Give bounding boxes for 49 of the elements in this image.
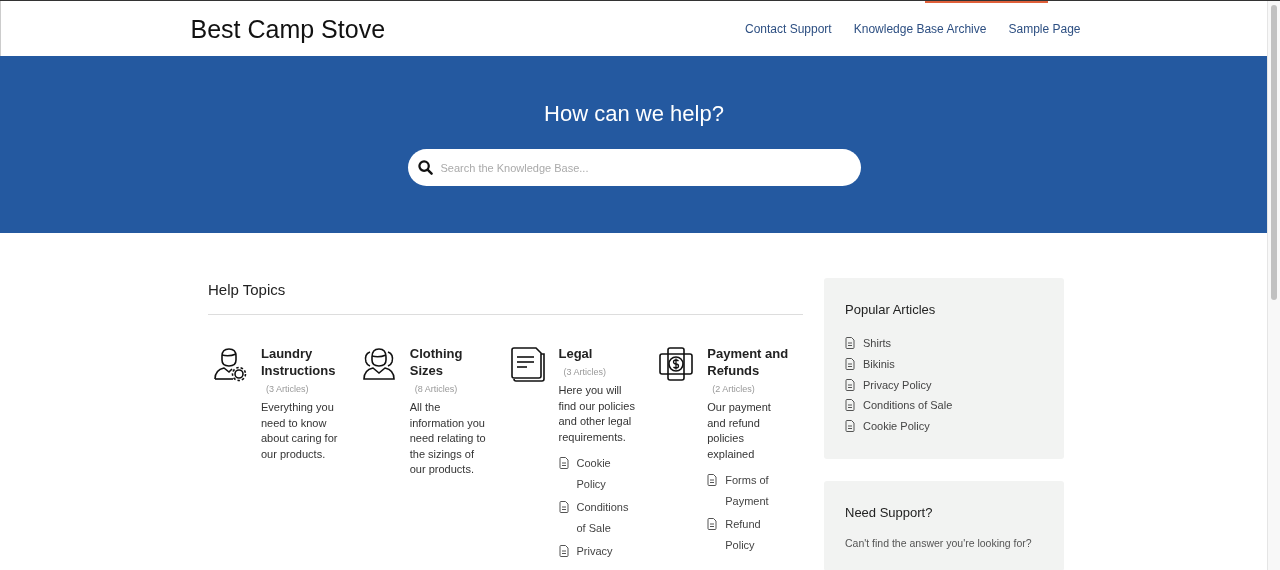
document-icon xyxy=(558,501,569,513)
article-count: (2 Articles) xyxy=(712,384,756,394)
topic-description: Here you will find our policies and other legal requirements. xyxy=(558,383,636,445)
article-link[interactable]: Cookie Policy xyxy=(863,420,930,433)
document-icon xyxy=(845,358,855,371)
article-link[interactable]: Privacy xyxy=(576,541,635,562)
article-count: (8 Articles) xyxy=(414,384,459,394)
nav-link[interactable]: Sample Page xyxy=(1008,21,1081,36)
nav-link[interactable]: Knowledge Base Archive xyxy=(853,21,987,36)
site-title[interactable]: Best Camp Stove xyxy=(190,13,386,44)
article-link[interactable]: Cookie Policy xyxy=(576,453,635,495)
article-link[interactable]: Shirts xyxy=(863,337,892,350)
document-icon xyxy=(509,346,546,382)
topic-title[interactable]: Legal xyxy=(558,345,641,362)
topic-title[interactable]: Payment and Refunds xyxy=(707,345,790,379)
document-icon xyxy=(558,545,569,557)
card-heading: Need Support? xyxy=(845,505,934,521)
scrollbar[interactable] xyxy=(1267,1,1280,570)
document-icon xyxy=(707,518,718,530)
article-count: (3 Articles) xyxy=(266,384,310,394)
scrollbar-thumb[interactable] xyxy=(1271,5,1277,300)
topic-title[interactable]: Clothing Sizes xyxy=(409,345,492,379)
section-heading: Help Topics xyxy=(208,278,803,315)
search-icon xyxy=(417,160,433,175)
document-icon xyxy=(845,337,855,350)
document-icon xyxy=(845,399,855,412)
document-icon xyxy=(845,378,855,391)
nav-link[interactable]: Contact Support xyxy=(745,21,832,36)
topic-description: Everything you need to know about caring for our products. xyxy=(261,400,339,462)
article-link[interactable]: Bikinis xyxy=(863,358,895,371)
money-icon xyxy=(658,346,695,382)
card-heading: Popular Articles xyxy=(845,302,937,317)
document-icon xyxy=(707,474,718,486)
article-link[interactable]: Forms of Payment xyxy=(725,470,784,512)
support-text: Can't find the answer you're looking for? xyxy=(845,536,1033,552)
document-icon xyxy=(845,420,855,433)
hero-heading: How can we help? xyxy=(544,101,724,127)
document-icon xyxy=(558,457,569,469)
people-icon xyxy=(360,346,397,382)
article-link[interactable]: Conditions of Sale xyxy=(576,497,635,539)
topic-title[interactable]: Laundry Instructions xyxy=(261,345,343,379)
article-count: (3 Articles) xyxy=(563,367,607,377)
topic-description: Our payment and refund policies explained xyxy=(707,400,772,462)
person-gear-icon xyxy=(212,346,248,382)
article-link[interactable]: Refund Policy xyxy=(725,514,784,556)
article-link[interactable]: Privacy Policy xyxy=(863,378,932,391)
topic-description: All the information you need relating to the sizings of our products. xyxy=(409,400,487,477)
search-field[interactable]: Search the Knowledge Base... xyxy=(407,149,861,186)
article-link[interactable]: Conditions of Sale xyxy=(863,399,953,412)
